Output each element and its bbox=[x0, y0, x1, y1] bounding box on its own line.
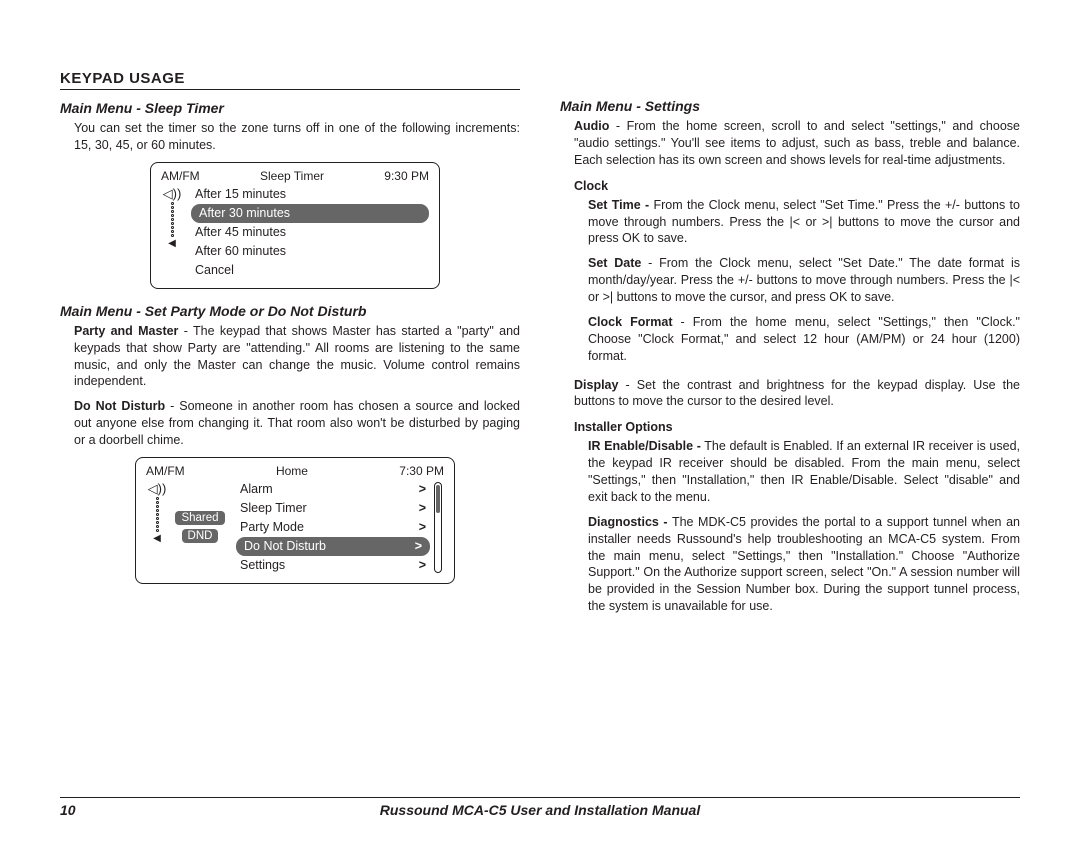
page-content: KEYPAD USAGE Main Menu - Sleep Timer You… bbox=[0, 0, 1080, 780]
badge-shared: Shared bbox=[175, 511, 224, 525]
chevron-right-icon: > bbox=[415, 539, 422, 553]
audio-para: Audio - From the home screen, scroll to … bbox=[560, 118, 1020, 169]
keypad-home: AM/FM Home 7:30 PM ◁)) ◀ Shared DND Alar… bbox=[135, 457, 455, 584]
kp-badges: Shared DND bbox=[172, 480, 228, 575]
list-item[interactable]: After 60 minutes bbox=[191, 242, 429, 261]
kp-scrollbar[interactable] bbox=[434, 480, 444, 575]
keypad-topbar: AM/FM Sleep Timer 9:30 PM bbox=[161, 169, 429, 183]
sleep-intro: You can set the timer so the zone turns … bbox=[60, 120, 520, 154]
manual-title: Russound MCA-C5 User and Installation Ma… bbox=[60, 802, 1020, 818]
badge-dnd: DND bbox=[182, 529, 219, 543]
list-item[interactable]: Alarm> bbox=[236, 480, 430, 499]
list-item[interactable]: Party Mode> bbox=[236, 518, 430, 537]
installer-heading: Installer Options bbox=[560, 420, 1020, 434]
party-title: Main Menu - Set Party Mode or Do Not Dis… bbox=[60, 303, 520, 319]
triangle-left-icon: ◀ bbox=[153, 534, 161, 544]
list-item[interactable]: Sleep Timer> bbox=[236, 499, 430, 518]
display-para: Display - Set the contrast and brightnes… bbox=[560, 377, 1020, 411]
chevron-right-icon: > bbox=[419, 520, 426, 534]
chevron-right-icon: > bbox=[419, 558, 426, 572]
diag-para: Diagnostics - The MDK-C5 provides the po… bbox=[560, 514, 1020, 615]
kp-time: 7:30 PM bbox=[399, 464, 444, 478]
clock-format-para: Clock Format - From the home menu, selec… bbox=[560, 314, 1020, 365]
kp-src: AM/FM bbox=[146, 464, 185, 478]
clock-heading: Clock bbox=[560, 179, 1020, 193]
kp-screen: Sleep Timer bbox=[260, 169, 324, 183]
speaker-icon: ◁)) bbox=[148, 482, 167, 495]
keypad-topbar: AM/FM Home 7:30 PM bbox=[146, 464, 444, 478]
ir-para: IR Enable/Disable - The default is Enabl… bbox=[560, 438, 1020, 506]
kp-src: AM/FM bbox=[161, 169, 200, 183]
page-footer: 10 Russound MCA-C5 User and Installation… bbox=[60, 797, 1020, 818]
keypad-sleep-timer: AM/FM Sleep Timer 9:30 PM ◁)) ◀ After 15… bbox=[150, 162, 440, 289]
party-master-label: Party and Master bbox=[74, 324, 178, 338]
left-column: KEYPAD USAGE Main Menu - Sleep Timer You… bbox=[60, 70, 520, 740]
audio-label: Audio bbox=[574, 119, 609, 133]
settings-title: Main Menu - Settings bbox=[560, 98, 1020, 114]
right-column: Main Menu - Settings Audio - From the ho… bbox=[560, 70, 1020, 740]
party-para2: Do Not Disturb - Someone in another room… bbox=[60, 398, 520, 449]
speaker-icon: ◁)) bbox=[163, 187, 182, 200]
chevron-right-icon: > bbox=[419, 501, 426, 515]
kp-volume-strip: ◁)) ◀ bbox=[161, 185, 183, 280]
list-item[interactable]: Do Not Disturb> bbox=[236, 537, 430, 556]
list-item[interactable]: After 45 minutes bbox=[191, 223, 429, 242]
list-item[interactable]: After 30 minutes bbox=[191, 204, 429, 223]
list-item[interactable]: Settings> bbox=[236, 556, 430, 575]
kp-volume-strip: ◁)) ◀ bbox=[146, 480, 168, 575]
list-item[interactable]: After 15 minutes bbox=[191, 185, 429, 204]
dnd-label: Do Not Disturb bbox=[74, 399, 165, 413]
party-para1: Party and Master - The keypad that shows… bbox=[60, 323, 520, 391]
section-header: KEYPAD USAGE bbox=[60, 70, 520, 90]
kp-menu-list: Alarm> Sleep Timer> Party Mode> Do Not D… bbox=[232, 480, 430, 575]
list-item[interactable]: Cancel bbox=[191, 261, 429, 280]
set-date-para: Set Date - From the Clock menu, select "… bbox=[560, 255, 1020, 306]
sleep-timer-title: Main Menu - Sleep Timer bbox=[60, 100, 520, 116]
triangle-left-icon: ◀ bbox=[168, 239, 176, 249]
chevron-right-icon: > bbox=[419, 482, 426, 496]
kp-time: 9:30 PM bbox=[384, 169, 429, 183]
kp-screen: Home bbox=[276, 464, 308, 478]
set-time-para: Set Time - From the Clock menu, select "… bbox=[560, 197, 1020, 248]
kp-menu-list: After 15 minutes After 30 minutes After … bbox=[187, 185, 429, 280]
